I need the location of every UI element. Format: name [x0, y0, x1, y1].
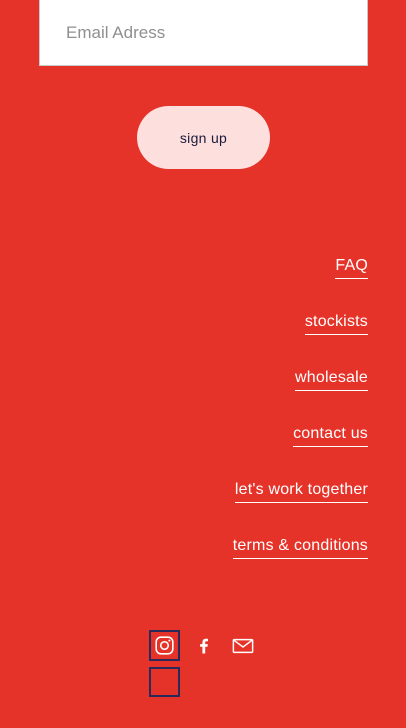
instagram-link[interactable] [149, 630, 180, 661]
stockists-link[interactable]: stockists [304, 312, 368, 335]
footer-link-item: wholesale [233, 364, 368, 420]
social-links [149, 630, 258, 661]
footer-link-item: stockists [233, 308, 368, 364]
focus-outline-box[interactable] [149, 667, 180, 697]
mail-icon [232, 638, 254, 654]
faq-link[interactable]: FAQ [335, 256, 368, 279]
footer-link-item: FAQ [233, 252, 368, 308]
footer-link-item: terms & conditions [232, 532, 368, 588]
instagram-icon [154, 635, 175, 656]
email-field[interactable] [39, 0, 368, 66]
terms-link[interactable]: terms & conditions [232, 536, 368, 559]
sign-up-button[interactable]: sign up [137, 106, 270, 169]
footer-link-item: contact us [233, 420, 368, 476]
footer-link-item: let's work together [233, 476, 368, 532]
mail-link[interactable] [227, 630, 258, 661]
wholesale-link[interactable]: wholesale [295, 368, 368, 391]
footer-links: FAQ stockists wholesale contact us let's… [232, 252, 368, 588]
facebook-link[interactable] [188, 630, 219, 661]
contact-us-link[interactable]: contact us [293, 424, 368, 447]
work-together-link[interactable]: let's work together [234, 480, 368, 503]
facebook-icon [195, 637, 213, 655]
